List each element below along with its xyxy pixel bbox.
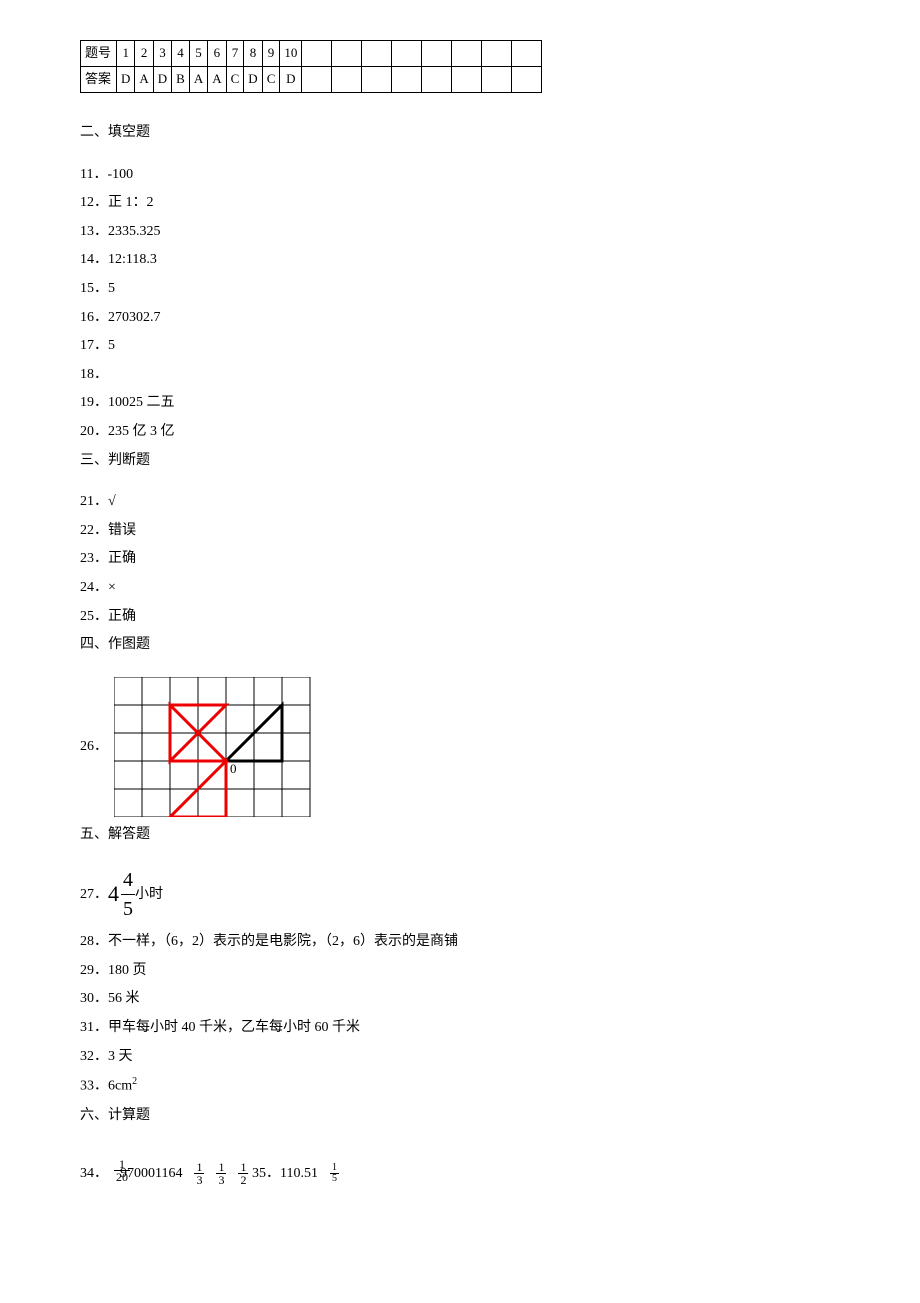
answer-cell: A — [135, 67, 153, 93]
answer-line: 29．180 页 — [80, 961, 840, 981]
answer-line: 23．正确 — [80, 549, 840, 569]
answer-cell: D — [117, 67, 135, 93]
q33-sup: 2 — [132, 1076, 137, 1087]
empty-cell — [422, 41, 452, 67]
mixed-number: 4 4 5 — [108, 866, 135, 923]
answer-line: 24．× — [80, 578, 840, 598]
question-number: 4 — [172, 41, 190, 67]
q27-suffix: 小时 — [135, 885, 163, 905]
q35-prefix: 35．110.51 — [252, 1164, 318, 1184]
question-number: 7 — [226, 41, 244, 67]
mixed-whole: 4 — [108, 879, 119, 910]
answer-line: 35．110.51 1 5 — [252, 1163, 339, 1184]
section-calc-title: 六、计算题 — [80, 1106, 840, 1126]
answer-table: 题号 1 2 3 4 5 6 7 8 9 10 答案 D A D B A A C… — [80, 40, 542, 93]
empty-cell — [452, 67, 482, 93]
row1-label: 题号 — [81, 41, 117, 67]
answer-line: 20．235 亿 3 亿 — [80, 422, 840, 442]
answer-cell: B — [172, 67, 190, 93]
empty-cell — [482, 41, 512, 67]
q34-prefix: 34． — [80, 1164, 108, 1184]
answer-line: 19．10025 二五 — [80, 393, 840, 413]
table-row: 题号 1 2 3 4 5 6 7 8 9 10 — [81, 41, 542, 67]
answer-cell: A — [189, 67, 207, 93]
answer-line: 31．甲车每小时 40 千米，乙车每小时 60 千米 — [80, 1018, 840, 1038]
empty-cell — [392, 41, 422, 67]
answer-cell: D — [153, 67, 171, 93]
fraction-denominator: 3 — [216, 1174, 226, 1186]
answer-cell: D — [280, 67, 302, 93]
fraction-numerator: 4 — [121, 866, 135, 895]
empty-cell — [452, 41, 482, 67]
row2-label: 答案 — [81, 67, 117, 93]
answer-cell: D — [244, 67, 262, 93]
empty-cell — [512, 41, 542, 67]
answer-cell: A — [208, 67, 226, 93]
section-fill-title: 二、填空题 — [80, 123, 840, 143]
question-number: 10 — [280, 41, 302, 67]
empty-cell — [332, 41, 362, 67]
answer-line: 21．√ — [80, 492, 840, 512]
fraction-denominator: 20 — [114, 1171, 130, 1183]
answer-line: 17．5 — [80, 336, 840, 356]
q33-prefix: 33．6cm — [80, 1079, 132, 1094]
empty-cell — [362, 41, 392, 67]
question-number: 6 — [208, 41, 226, 67]
question-number: 9 — [262, 41, 280, 67]
answer-line: 25．正确 — [80, 607, 840, 627]
fraction-denominator: 3 — [194, 1174, 204, 1186]
empty-cell — [392, 67, 422, 93]
empty-cell — [302, 67, 332, 93]
answer-cell: C — [262, 67, 280, 93]
empty-cell — [482, 67, 512, 93]
answer-line: 33．6cm2 — [80, 1075, 840, 1096]
question-number: 5 — [189, 41, 207, 67]
empty-cell — [362, 67, 392, 93]
fraction-denominator: 5 — [330, 1174, 339, 1184]
answer-line: 34． 1 20 970001164 1 3 1 3 1 2 — [80, 1161, 248, 1186]
answer-line: 13．2335.325 — [80, 222, 840, 242]
empty-cell — [302, 41, 332, 67]
answer-cell: C — [226, 67, 244, 93]
answer-line: 22．错误 — [80, 521, 840, 541]
section-judge-title: 三、判断题 — [80, 451, 840, 471]
section-draw-title: 四、作图题 — [80, 635, 840, 655]
answer-line: 11．-100 — [80, 165, 840, 185]
empty-cell — [332, 67, 362, 93]
question-number: 3 — [153, 41, 171, 67]
question-number: 8 — [244, 41, 262, 67]
answer-line: 28．不一样，（6，2）表示的是电影院，（2，6）表示的是商铺 — [80, 932, 840, 952]
answer-line: 32．3 天 — [80, 1047, 840, 1067]
fraction-denominator: 2 — [238, 1174, 248, 1186]
origin-label: 0 — [230, 761, 237, 776]
fraction: 1 20 — [114, 1158, 130, 1183]
empty-cell — [422, 67, 452, 93]
fraction-denominator: 5 — [121, 895, 135, 923]
question-number: 2 — [135, 41, 153, 67]
answer-line: 18． — [80, 365, 840, 385]
grid-figure: 0 — [114, 677, 314, 817]
fraction-numerator: 1 — [114, 1158, 130, 1171]
fraction: 1 5 — [330, 1163, 339, 1184]
answer-line: 14．12:118.3 — [80, 250, 840, 270]
answer-line: 16．270302.7 — [80, 308, 840, 328]
q27-prefix: 27． — [80, 885, 108, 905]
section-solve-title: 五、解答题 — [80, 825, 840, 845]
fraction: 1 2 — [238, 1161, 248, 1186]
table-row: 答案 D A D B A A C D C D — [81, 67, 542, 93]
fraction: 1 3 — [194, 1161, 204, 1186]
question-number: 1 — [117, 41, 135, 67]
answer-line: 30．56 米 — [80, 989, 840, 1009]
fraction: 1 3 — [216, 1161, 226, 1186]
q26-wrap: 26． 0 — [80, 677, 840, 817]
q26-label: 26． — [80, 737, 108, 757]
empty-cell — [512, 67, 542, 93]
answer-line: 15．5 — [80, 279, 840, 299]
answer-line: 12．正 1：2 — [80, 193, 840, 213]
answer-line: 27． 4 4 5 小时 — [80, 866, 840, 923]
